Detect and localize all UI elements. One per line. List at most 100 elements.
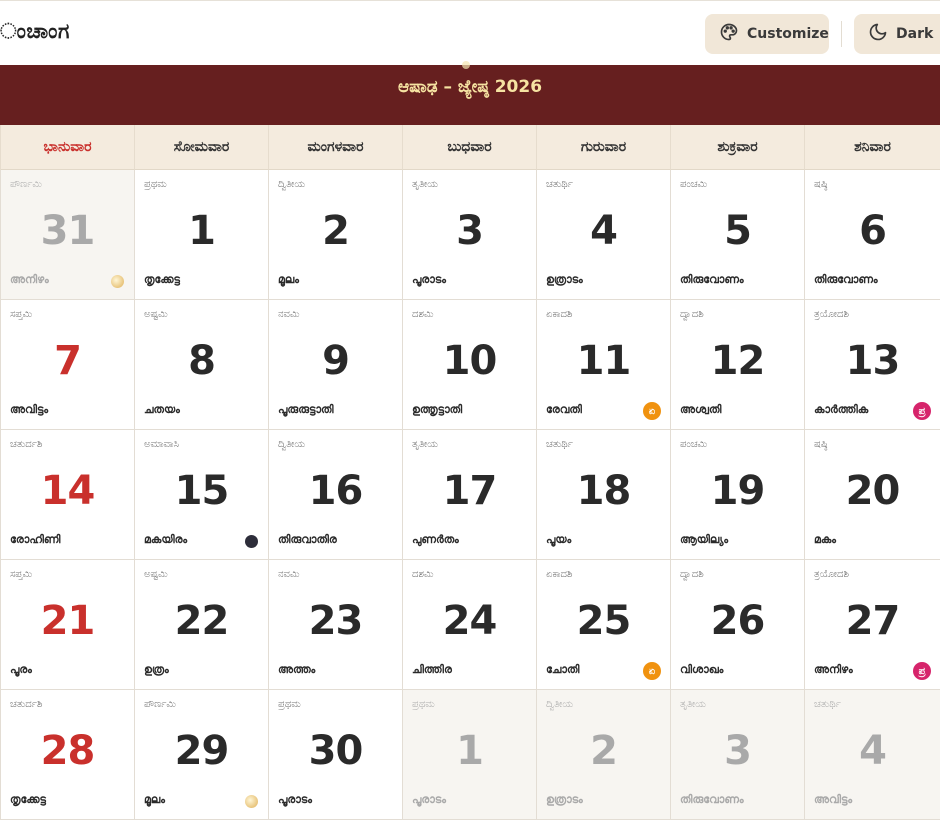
nakshatra-label: അനിഴം [10,273,49,286]
day-number: 3 [724,728,752,774]
customize-label: Customize [747,26,829,42]
nakshatra-label: മകം [814,533,837,546]
dark-mode-button[interactable]: Dark [854,14,940,54]
tithi-label: ಷಷ್ಠಿ [814,439,828,450]
day-number: 16 [308,468,364,514]
weekday-wednesday: ಬುಧವಾರ [403,125,537,170]
day-number: 28 [40,728,96,774]
nakshatra-label: അത്തം [278,663,316,676]
day-cell[interactable]: ಪಂಚಮಿ 5 തിരുവോണം [671,170,805,300]
day-cell[interactable]: ಚತುರ್ಥಿ 18 പൂയം [537,430,671,560]
customize-button[interactable]: Customize [705,14,829,54]
nakshatra-label: പൂരാടം [412,793,446,806]
day-cell[interactable]: ಷಷ್ಠಿ 6 തിരുവോണം [805,170,940,300]
tithi-label: ಚತುರ್ಥಿ [546,179,573,190]
day-cell[interactable]: ಸಪ್ತಮಿ 21 പൂരം [1,560,135,690]
nakshatra-label: തിരുവാതിര [278,533,337,546]
nakshatra-label: തിരുവോണം [680,793,744,806]
day-cell[interactable]: ದ್ವಿತೀಯ 2 മൂലം [269,170,403,300]
day-cell[interactable]: ಏಕಾದಶಿ 25 ചോതി ಏ [537,560,671,690]
day-number: 3 [456,208,484,254]
nakshatra-label: ചോതി [546,663,580,676]
weekday-friday: ಶುಕ್ರವಾರ [671,125,805,170]
tithi-label: ತ್ರಯೋದಶಿ [814,309,849,320]
day-cell[interactable]: ದ್ವಿತೀಯ 16 തിരുവാതിര [269,430,403,560]
tithi-label: ಏಕಾದಶಿ [546,569,573,580]
day-cell[interactable]: ದಶಮಿ 24 ചിത്തിര [403,560,537,690]
day-number: 1 [188,208,216,254]
day-cell[interactable]: ಅಷ್ಟಮಿ 8 ചതയം [135,300,269,430]
day-cell[interactable]: ಪೌರ್ಣಮಿ 29 മൂലം [135,690,269,820]
new-moon-icon [245,535,258,548]
header-ornament [462,61,470,69]
day-cell[interactable]: ಸಪ್ತಮಿ 7 അവിട്ടം [1,300,135,430]
nakshatra-label: പൂരാടം [278,793,312,806]
day-cell[interactable]: ಷಷ್ಠಿ 20 മകം [805,430,940,560]
day-cell[interactable]: ಪೌರ್ಣಮಿ 31 അനിഴം [1,170,135,300]
day-cell[interactable]: ಚತುರ್ಥಿ 4 അവിട്ടം [805,690,940,820]
day-number: 4 [590,208,618,254]
top-bar: ಂಚಾಂಗ Customize Dark [0,0,940,65]
nakshatra-label: തിരുവോണം [814,273,878,286]
day-cell[interactable]: ದಶಮಿ 10 ഉത്തൃട്ടാതി [403,300,537,430]
day-number: 10 [442,338,498,384]
day-cell[interactable]: ತೃತೀಯ 3 തിരുവോണം [671,690,805,820]
tithi-label: ತೃತೀಯ [412,179,438,190]
day-cell[interactable]: ದ್ವಾದಶಿ 12 അശ്വതി [671,300,805,430]
day-cell[interactable]: ಪ್ರಥಮ 30 പൂരാടം [269,690,403,820]
day-cell[interactable]: ನವಮಿ 9 പൂരുരുട്ടാതി [269,300,403,430]
tithi-label: ತ್ರಯೋದಶಿ [814,569,849,580]
divider [841,21,842,47]
nakshatra-label: അനിഴം [814,663,853,676]
tithi-label: ದ್ವಾದಶಿ [680,569,704,580]
day-number: 11 [576,338,632,384]
tithi-label: ತೃತೀಯ [412,439,438,450]
day-cell[interactable]: ಚತುರ್ದಶಿ 28 തൃക്കേട്ട [1,690,135,820]
day-cell[interactable]: ಅಷ್ಟಮಿ 22 ഉത്രം [135,560,269,690]
tithi-label: ಚತುರ್ಥಿ [814,699,841,710]
day-number: 24 [442,598,498,644]
nakshatra-label: പൂരുരുട്ടാതി [278,403,334,416]
day-cell[interactable]: ಪ್ರಥಮ 1 പൂരാടം [403,690,537,820]
day-cell[interactable]: ಪ್ರಥಮ 1 തൃക്കേട്ട [135,170,269,300]
day-cell[interactable]: ತ್ರಯೋದಶಿ 27 അനിഴം ಪ್ರ [805,560,940,690]
pradosh-badge: ಪ್ರ [913,402,931,420]
nakshatra-label: ഉത്തൃട്ടാതി [412,403,463,416]
nakshatra-label: രേവതി [546,403,582,416]
day-number: 8 [188,338,216,384]
full-moon-icon [245,795,258,808]
day-cell[interactable]: ಚತುರ್ದಶಿ 14 രോഹിണി [1,430,135,560]
nakshatra-label: പൂരാടം [412,273,446,286]
full-moon-icon [111,275,124,288]
tithi-label: ನವಮಿ [278,309,300,320]
day-cell[interactable]: ತ್ರಯೋದಶಿ 13 കാർത്തിക ಪ್ರ [805,300,940,430]
nakshatra-label: മകയിരം [144,533,188,546]
tithi-label: ದ್ವಾದಶಿ [680,309,704,320]
day-cell[interactable]: ದ್ವಾದಶಿ 26 വിശാഖം [671,560,805,690]
nakshatra-label: ചിത്തിര [412,663,452,676]
day-cell[interactable]: ದ್ವಿತೀಯ 2 ഉത്രാടം [537,690,671,820]
day-number: 15 [174,468,230,514]
day-cell[interactable]: ಚತುರ್ಥಿ 4 ഉത്രാടം [537,170,671,300]
weekday-thursday: ಗುರುವಾರ [537,125,671,170]
day-number: 26 [710,598,766,644]
day-number: 23 [308,598,364,644]
day-cell[interactable]: ಅಮಾವಾಸಿ 15 മകയിരം [135,430,269,560]
day-number: 7 [54,338,82,384]
weekday-sunday: ಭಾನುವಾರ [1,125,135,170]
tithi-label: ಪಂಚಮಿ [680,439,708,450]
palette-icon [719,22,739,46]
tithi-label: ಏಕಾದಶಿ [546,309,573,320]
day-number: 1 [456,728,484,774]
day-number: 29 [174,728,230,774]
day-number: 17 [442,468,498,514]
day-cell[interactable]: ಏಕಾದಶಿ 11 രേവതി ಏ [537,300,671,430]
tithi-label: ತೃತೀಯ [680,699,706,710]
day-cell[interactable]: ತೃತೀಯ 17 പുണർതം [403,430,537,560]
day-cell[interactable]: ಪಂಚಮಿ 19 ആയില്യം [671,430,805,560]
day-number: 30 [308,728,364,774]
day-cell[interactable]: ನವಮಿ 23 അത്തം [269,560,403,690]
day-number: 18 [576,468,632,514]
day-cell[interactable]: ತೃತೀಯ 3 പൂരാടം [403,170,537,300]
tithi-label: ದಶಮಿ [412,569,434,580]
